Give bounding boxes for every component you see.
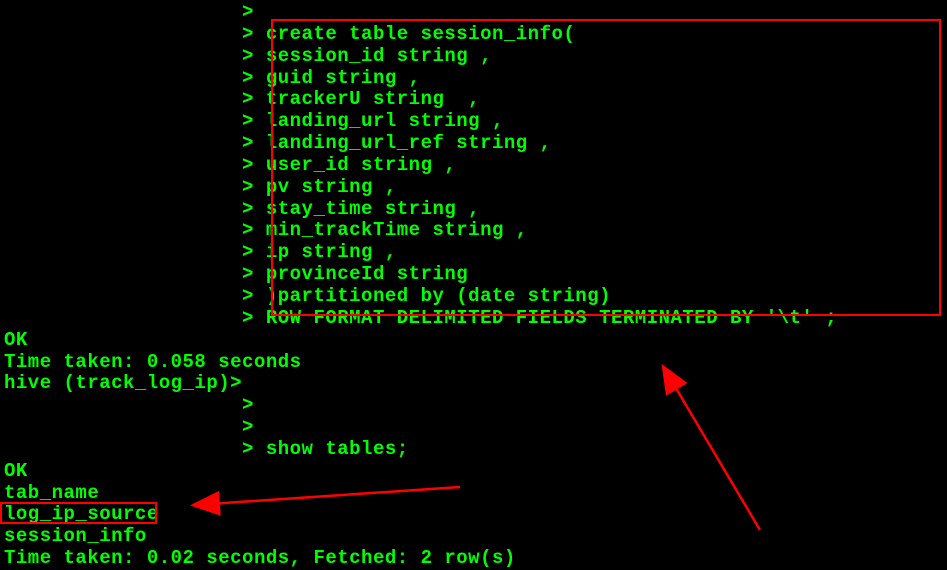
terminal-line: session_info — [4, 526, 943, 548]
terminal-line: > session_id string , — [4, 46, 943, 68]
terminal-line: > ip string , — [4, 242, 943, 264]
terminal-line: > — [4, 417, 943, 439]
terminal-line: tab_name — [4, 483, 943, 505]
terminal-line: > )partitioned by (date string) — [4, 286, 943, 308]
terminal-line: > ROW FORMAT DELIMITED FIELDS TERMINATED… — [4, 308, 943, 330]
terminal-line: Time taken: 0.02 seconds, Fetched: 2 row… — [4, 548, 943, 570]
terminal-line: > min_trackTime string , — [4, 220, 943, 242]
terminal-line: hive (track_log_ip)> — [4, 373, 943, 395]
terminal-line: > user_id string , — [4, 155, 943, 177]
terminal-line: > pv string , — [4, 177, 943, 199]
terminal-line: > show tables; — [4, 439, 943, 461]
terminal-line: > — [4, 395, 943, 417]
terminal-line: > landing_url_ref string , — [4, 133, 943, 155]
terminal-line: Time taken: 0.058 seconds — [4, 352, 943, 374]
terminal-line: > trackerU string , — [4, 89, 943, 111]
terminal-line: > guid string , — [4, 68, 943, 90]
terminal-line: > landing_url string , — [4, 111, 943, 133]
terminal-line: > create table session_info( — [4, 24, 943, 46]
terminal-line: > provinceId string — [4, 264, 943, 286]
terminal-line: OK — [4, 330, 943, 352]
terminal-line: > — [4, 2, 943, 24]
terminal-line: OK — [4, 461, 943, 483]
terminal-output: > > create table session_info( > session… — [4, 2, 943, 570]
terminal-line: log_ip_source — [4, 504, 943, 526]
terminal-line: > stay_time string , — [4, 199, 943, 221]
